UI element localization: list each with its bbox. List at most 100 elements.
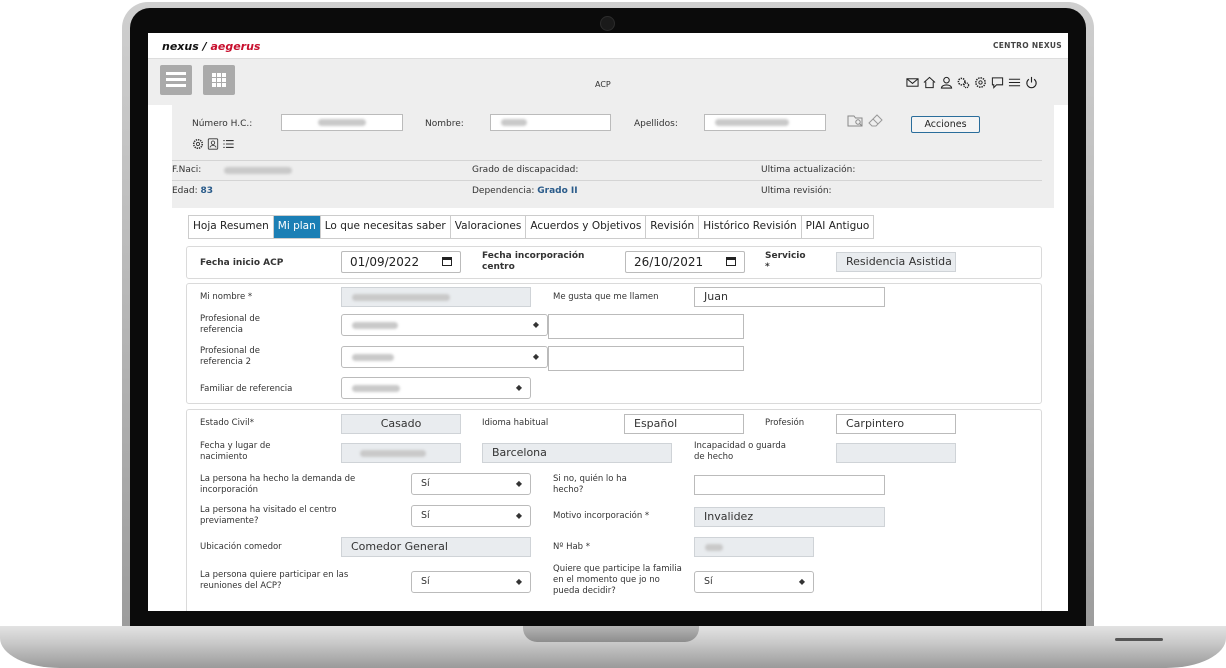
incorporation-date-label: Fecha incorporación centro — [482, 251, 585, 272]
dining-field: Comedor General — [341, 537, 531, 557]
birth-city-field: Barcelona — [482, 443, 672, 463]
settings-icon[interactable] — [192, 138, 204, 150]
demand-label: La persona ha hecho la demanda de incorp… — [200, 474, 356, 495]
select-arrows-icon: ◆ — [515, 383, 522, 392]
ref-professional-label: Profesional de referencia — [200, 314, 260, 335]
visited-label: La persona ha visitado el centro previam… — [200, 505, 337, 526]
main-content: Número H.C.: Nombre: Apellidos: Acciones… — [172, 105, 1054, 611]
patient-info-panel: Número H.C.: Nombre: Apellidos: Acciones… — [172, 105, 1054, 208]
profession-input[interactable]: Carpintero — [836, 414, 956, 434]
references-card: Mi nombre * Me gusta que me llamen Juan … — [186, 283, 1042, 404]
eraser-icon[interactable] — [867, 112, 885, 128]
list-icon[interactable] — [1008, 76, 1021, 89]
calendar-icon — [442, 257, 452, 266]
demand-select[interactable]: Sí ◆ — [411, 473, 531, 495]
select-arrows-icon: ◆ — [515, 479, 522, 488]
mail-icon[interactable] — [906, 76, 919, 89]
disability-label: Grado de discapacidad: — [472, 165, 579, 175]
my-name-field — [341, 287, 531, 307]
start-date-input[interactable]: 01/09/2022 — [341, 251, 461, 273]
gears-icon[interactable] — [957, 76, 970, 89]
room-field — [694, 537, 814, 557]
who-label: Si no, quién lo ha hecho? — [553, 474, 627, 495]
start-date-label: Fecha inicio ACP — [200, 258, 284, 268]
ref-professional2-label: Profesional de referencia 2 — [200, 346, 260, 367]
liked-name-input[interactable]: Juan — [694, 287, 885, 307]
visited-select[interactable]: Sí ◆ — [411, 505, 531, 527]
family-select[interactable]: Sí ◆ — [694, 571, 814, 593]
app-screen: nexus / aegerus CENTRO NEXUS ACP Número … — [148, 33, 1068, 611]
page-title: ACP — [595, 80, 611, 89]
incorporation-date-input[interactable]: 26/10/2021 — [625, 251, 745, 273]
ref-professional-select[interactable]: ◆ — [341, 314, 548, 336]
toolbar: ACP — [148, 59, 1068, 105]
civil-status-label: Estado Civil* — [200, 418, 254, 428]
name-input[interactable] — [490, 114, 611, 131]
birth-label: F.Naci: — [172, 165, 202, 175]
select-arrows-icon: ◆ — [532, 352, 539, 361]
civil-status-field: Casado — [341, 414, 461, 434]
tab-revision[interactable]: Revisión — [646, 216, 700, 238]
id-card-icon[interactable] — [207, 138, 219, 150]
incapacity-label: Incapacidad o guarda de hecho — [694, 441, 786, 462]
tab-piai-antiguo[interactable]: PIAI Antiguo — [802, 216, 874, 238]
center-name: CENTRO NEXUS — [992, 41, 1062, 50]
user-icon[interactable] — [940, 76, 953, 89]
room-label: Nº Hab * — [553, 542, 591, 552]
menu-button[interactable] — [160, 65, 192, 95]
name-label: Nombre: — [425, 119, 464, 129]
reason-label: Motivo incorporación * — [553, 511, 650, 521]
ref-professional2-select[interactable]: ◆ — [341, 346, 548, 368]
select-arrows-icon: ◆ — [515, 511, 522, 520]
tab-historico-revision[interactable]: Histórico Revisión — [699, 216, 802, 238]
laptop-base-line — [1115, 638, 1163, 641]
chat-icon[interactable] — [991, 76, 1004, 89]
tab-acuerdos-objetivos[interactable]: Acuerdos y Objetivos — [526, 216, 647, 238]
ref-professional2-extra-input[interactable] — [548, 346, 744, 371]
tab-bar: Hoja Resumen Mi plan Lo que necesitas sa… — [188, 215, 875, 239]
last-update-label: Ultima actualización: — [761, 165, 856, 175]
meetings-label: La persona quiere participar en las reun… — [200, 570, 349, 591]
language-label: Idioma habitual — [482, 418, 549, 428]
language-input[interactable]: Español — [624, 414, 744, 434]
service-label: Servicio * — [765, 251, 806, 272]
birth-value-redacted — [224, 167, 292, 174]
birth-place-label: Fecha y lugar de nacimiento — [200, 441, 271, 462]
dependency-field: Dependencia: Grado II — [472, 186, 578, 196]
network-icon[interactable] — [974, 76, 987, 89]
tab-hoja-resumen[interactable]: Hoja Resumen — [189, 216, 274, 238]
birth-date-field — [341, 443, 461, 463]
dining-label: Ubicación comedor — [200, 542, 282, 552]
age-field: Edad: 83 — [172, 186, 214, 196]
my-name-label: Mi nombre * — [200, 292, 253, 302]
last-review-label: Ultima revisión: — [761, 186, 832, 196]
divider — [172, 160, 1042, 161]
folder-search-icon[interactable] — [847, 114, 865, 128]
ref-family-select[interactable]: ◆ — [341, 377, 531, 399]
select-arrows-icon: ◆ — [515, 577, 522, 586]
tab-valoraciones[interactable]: Valoraciones — [451, 216, 527, 238]
apps-grid-button[interactable] — [203, 65, 235, 95]
who-input[interactable] — [694, 475, 885, 495]
select-arrows-icon: ◆ — [798, 577, 805, 586]
liked-name-label: Me gusta que me llamen — [553, 292, 659, 302]
camera — [600, 16, 615, 31]
hc-input[interactable] — [281, 114, 403, 131]
personal-data-card: Estado Civil* Casado Idioma habitual Esp… — [186, 409, 1042, 611]
calendar-icon — [726, 257, 736, 266]
ref-professional-extra-input[interactable] — [548, 314, 744, 339]
list-icon[interactable] — [222, 138, 235, 150]
surname-input[interactable] — [704, 114, 826, 131]
ref-family-label: Familiar de referencia — [200, 384, 293, 394]
home-icon[interactable] — [923, 76, 936, 89]
profession-label: Profesión — [765, 418, 805, 428]
hc-label: Número H.C.: — [192, 119, 253, 129]
laptop-notch — [523, 626, 699, 642]
tab-lo-que-necesitas-saber[interactable]: Lo que necesitas saber — [321, 216, 451, 238]
surname-label: Apellidos: — [634, 119, 678, 129]
reason-field: Invalidez — [694, 507, 885, 527]
meetings-select[interactable]: Sí ◆ — [411, 571, 531, 593]
tab-mi-plan[interactable]: Mi plan — [273, 216, 321, 238]
power-icon[interactable] — [1025, 76, 1038, 89]
actions-button[interactable]: Acciones — [911, 116, 980, 133]
